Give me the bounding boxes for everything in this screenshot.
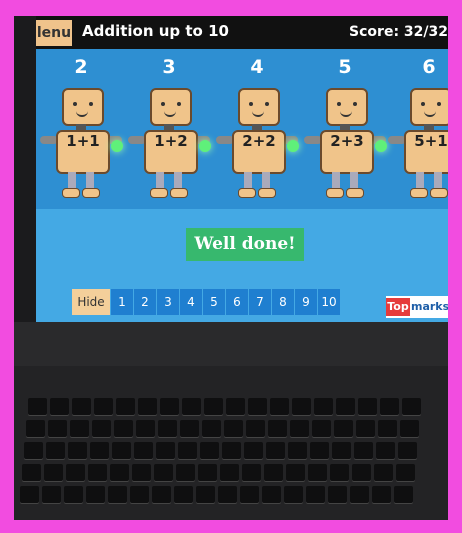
number-bar: Hide 1 2 3 4 5 6 7 8 9 10: [72, 289, 340, 315]
robot-number: 6: [422, 56, 436, 78]
laptop-photo: lenu Addition up to 10 Score: 32/32 2 1+…: [14, 16, 448, 520]
number-button-2[interactable]: 2: [134, 289, 156, 315]
laptop-bezel: [14, 322, 448, 366]
spark-icon: [287, 140, 299, 152]
robot-card[interactable]: 4 2+2: [216, 56, 298, 206]
number-button-8[interactable]: 8: [272, 289, 294, 315]
topmarks-logo[interactable]: Top marks: [386, 296, 448, 318]
key-row: [24, 442, 417, 459]
number-button-4[interactable]: 4: [180, 289, 202, 315]
hide-button[interactable]: Hide: [72, 289, 110, 315]
feedback-banner: Well done!: [186, 228, 304, 261]
robot-sum: 1+2: [144, 130, 198, 174]
robot-sum: 5+1: [404, 130, 448, 174]
number-button-7[interactable]: 7: [249, 289, 271, 315]
game-title: Addition up to 10: [82, 22, 229, 40]
robot-head-icon: [326, 88, 368, 126]
robot-head-icon: [238, 88, 280, 126]
key-row: [28, 398, 421, 415]
number-button-6[interactable]: 6: [226, 289, 248, 315]
score-label: Score: 32/32: [349, 24, 448, 40]
robot-head-icon: [62, 88, 104, 126]
laptop-screen: lenu Addition up to 10 Score: 32/32 2 1+…: [36, 16, 448, 322]
number-button-3[interactable]: 3: [157, 289, 179, 315]
number-button-1[interactable]: 1: [111, 289, 133, 315]
robot-card[interactable]: 2 1+1: [40, 56, 122, 206]
menu-button[interactable]: lenu: [36, 20, 72, 46]
robot-card[interactable]: 3 1+2: [128, 56, 210, 206]
number-button-10[interactable]: 10: [318, 289, 340, 315]
robot-card[interactable]: 5 2+3: [304, 56, 386, 206]
key-row: [22, 464, 415, 481]
game-topbar: lenu Addition up to 10 Score: 32/32: [36, 16, 448, 49]
spark-icon: [111, 140, 123, 152]
robot-sum: 2+3: [320, 130, 374, 174]
spark-icon: [375, 140, 387, 152]
robot-head-icon: [150, 88, 192, 126]
number-button-5[interactable]: 5: [203, 289, 225, 315]
robot-sum: 1+1: [56, 130, 110, 174]
robot-number: 5: [338, 56, 352, 78]
brand-part1: Top: [386, 298, 410, 316]
number-button-9[interactable]: 9: [295, 289, 317, 315]
robot-number: 2: [74, 56, 88, 78]
key-row: [26, 420, 419, 437]
robot-head-icon: [410, 88, 448, 126]
robot-number: 4: [250, 56, 264, 78]
laptop-keyboard: [14, 366, 448, 520]
robot-card[interactable]: 6 5+1: [388, 56, 448, 206]
key-row: [20, 486, 413, 503]
robot-sum: 2+2: [232, 130, 286, 174]
brand-part2: marks: [411, 300, 448, 313]
pink-frame: lenu Addition up to 10 Score: 32/32 2 1+…: [0, 0, 462, 533]
robot-number: 3: [162, 56, 176, 78]
spark-icon: [199, 140, 211, 152]
